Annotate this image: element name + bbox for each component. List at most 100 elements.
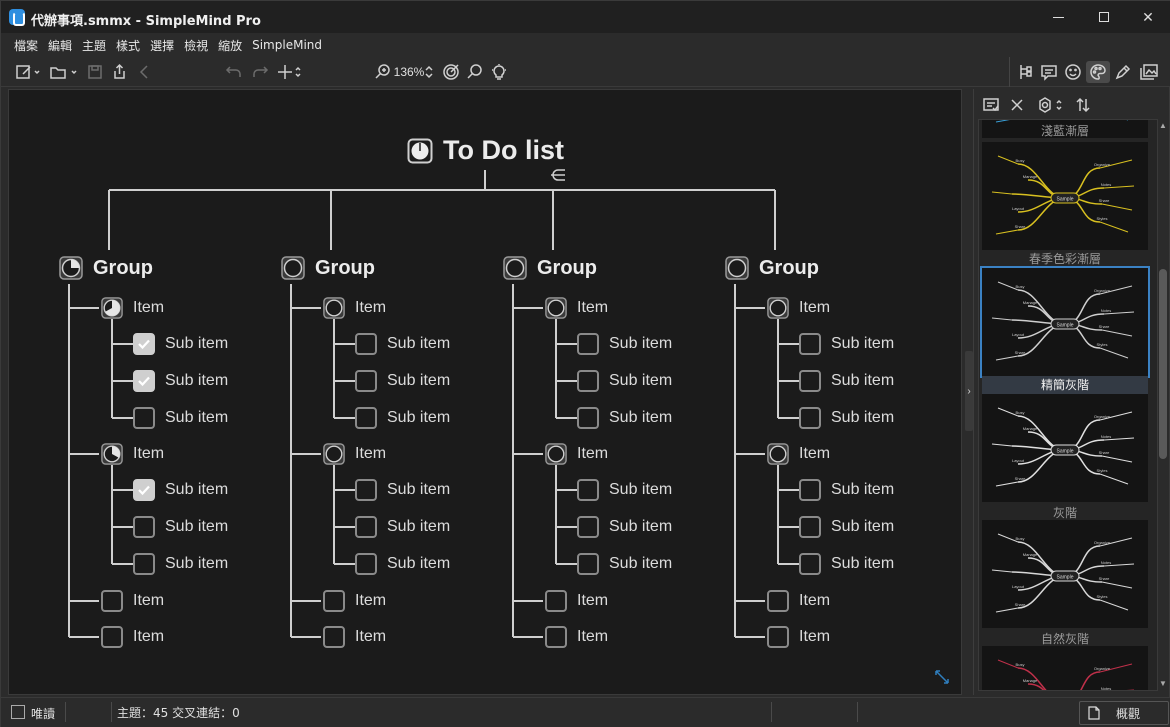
sub-item-topic[interactable]: Sub item (577, 333, 672, 355)
sub-item-topic[interactable]: Sub item (577, 516, 672, 538)
sub-item-checkbox[interactable] (799, 516, 821, 538)
style-name[interactable]: 春季色彩漸層 (982, 250, 1148, 268)
group-topic[interactable]: Group (59, 256, 153, 280)
add-topic-button[interactable] (275, 61, 305, 83)
resize-icon[interactable] (933, 668, 951, 686)
item-topic[interactable]: Item (323, 590, 386, 612)
sort-button[interactable] (1074, 95, 1092, 115)
item-topic[interactable]: Item (767, 297, 830, 319)
sub-item-checkbox[interactable] (577, 516, 599, 538)
scroll-up-icon[interactable]: ▲ (1159, 121, 1167, 131)
sub-item-topic[interactable]: Sub item (799, 479, 894, 501)
zoom-control[interactable]: 136% (371, 61, 437, 83)
item-topic[interactable]: Item (767, 626, 830, 648)
apply-style-button[interactable] (982, 95, 1000, 115)
item-checkbox[interactable] (767, 590, 789, 612)
sub-item-topic[interactable]: Sub item (355, 516, 450, 538)
sub-item-checkbox[interactable] (577, 333, 599, 355)
save-button[interactable] (85, 61, 105, 83)
style-thumbnail[interactable]: Sample Busy Manage Layout Share Organize Notes… (982, 142, 1148, 250)
item-topic[interactable]: Item (323, 443, 386, 465)
style-name[interactable]: 精簡灰階 (982, 376, 1148, 394)
item-topic[interactable]: Item (767, 590, 830, 612)
scroll-down-icon[interactable]: ▼ (1159, 679, 1167, 689)
sub-item-checkbox[interactable] (355, 553, 377, 575)
group-topic[interactable]: Group (725, 256, 819, 280)
sub-item-checkbox[interactable] (799, 370, 821, 392)
item-topic[interactable]: Item (545, 297, 608, 319)
sub-item-topic[interactable]: Sub item (133, 370, 228, 392)
sub-item-checkbox[interactable] (577, 553, 599, 575)
item-topic[interactable]: Item (323, 297, 386, 319)
close-button[interactable]: ✕ (1125, 1, 1170, 33)
item-topic[interactable]: Item (767, 443, 830, 465)
image-panel-button[interactable] (1136, 61, 1162, 83)
menu-edit[interactable]: 編輯 (43, 37, 77, 54)
sub-item-topic[interactable]: Sub item (133, 516, 228, 538)
style-gallery[interactable]: Sample Busy Manage Layout Share Organize Notes… (978, 119, 1158, 691)
item-checkbox[interactable] (101, 590, 123, 612)
group-topic[interactable]: Group (281, 256, 375, 280)
collapse-panel-button[interactable]: › (965, 351, 973, 431)
undo-button[interactable] (223, 61, 245, 83)
minimize-button[interactable] (1035, 1, 1081, 33)
readonly-checkbox[interactable] (11, 705, 25, 719)
style-thumbnail[interactable]: Sample Busy Manage Layout Share Organize Notes… (982, 520, 1148, 628)
sub-item-checkbox[interactable] (133, 407, 155, 429)
item-checkbox[interactable] (101, 626, 123, 648)
sub-item-checkbox[interactable] (355, 479, 377, 501)
sub-item-topic[interactable]: Sub item (577, 479, 672, 501)
sub-item-checkbox[interactable] (577, 407, 599, 429)
item-topic[interactable]: Item (101, 443, 164, 465)
sub-item-checkbox[interactable] (133, 553, 155, 575)
item-topic[interactable]: Item (545, 443, 608, 465)
sub-item-topic[interactable]: Sub item (799, 516, 894, 538)
sub-item-topic[interactable]: Sub item (133, 333, 228, 355)
scroll-thumb[interactable] (1159, 269, 1167, 459)
sub-item-topic[interactable]: Sub item (355, 553, 450, 575)
sub-item-checkbox[interactable] (133, 479, 155, 501)
sub-item-topic[interactable]: Sub item (133, 407, 228, 429)
sub-item-checkbox[interactable] (355, 516, 377, 538)
sub-item-topic[interactable]: Sub item (799, 407, 894, 429)
sub-item-topic[interactable]: Sub item (355, 479, 450, 501)
overview-button[interactable]: 概觀 (1079, 701, 1169, 725)
notes-panel-button[interactable] (1038, 61, 1060, 83)
maximize-button[interactable] (1081, 1, 1127, 33)
item-topic[interactable]: Item (101, 626, 164, 648)
item-topic[interactable]: Item (545, 590, 608, 612)
item-checkbox[interactable] (545, 626, 567, 648)
group-topic[interactable]: Group (503, 256, 597, 280)
sub-item-topic[interactable]: Sub item (355, 370, 450, 392)
menu-file[interactable]: 檔案 (9, 37, 43, 54)
sub-item-topic[interactable]: Sub item (355, 407, 450, 429)
sub-item-checkbox[interactable] (577, 370, 599, 392)
sub-item-topic[interactable]: Sub item (799, 370, 894, 392)
sub-item-checkbox[interactable] (133, 333, 155, 355)
style-settings-button[interactable] (1036, 95, 1066, 115)
remove-style-button[interactable] (1008, 95, 1026, 115)
sub-item-topic[interactable]: Sub item (133, 553, 228, 575)
sub-item-checkbox[interactable] (355, 370, 377, 392)
menu-simplemind[interactable]: SimpleMind (247, 38, 327, 52)
menu-topic[interactable]: 主題 (77, 37, 111, 54)
outline-panel-button[interactable] (1014, 61, 1036, 83)
menu-select[interactable]: 選擇 (145, 37, 179, 54)
sub-item-checkbox[interactable] (799, 553, 821, 575)
sub-item-topic[interactable]: Sub item (799, 553, 894, 575)
sub-item-topic[interactable]: Sub item (799, 333, 894, 355)
format-panel-button[interactable] (1112, 61, 1134, 83)
sub-item-checkbox[interactable] (799, 407, 821, 429)
item-checkbox[interactable] (545, 590, 567, 612)
share-button[interactable] (109, 61, 129, 83)
sub-item-checkbox[interactable] (799, 479, 821, 501)
sub-item-checkbox[interactable] (577, 479, 599, 501)
search-button[interactable] (465, 61, 485, 83)
style-panel-button[interactable] (1086, 61, 1110, 83)
sub-item-checkbox[interactable] (355, 333, 377, 355)
focus-button[interactable] (441, 61, 461, 83)
sub-item-topic[interactable]: Sub item (133, 479, 228, 501)
redo-button[interactable] (249, 61, 271, 83)
idea-button[interactable] (489, 61, 509, 83)
item-topic[interactable]: Item (101, 297, 164, 319)
